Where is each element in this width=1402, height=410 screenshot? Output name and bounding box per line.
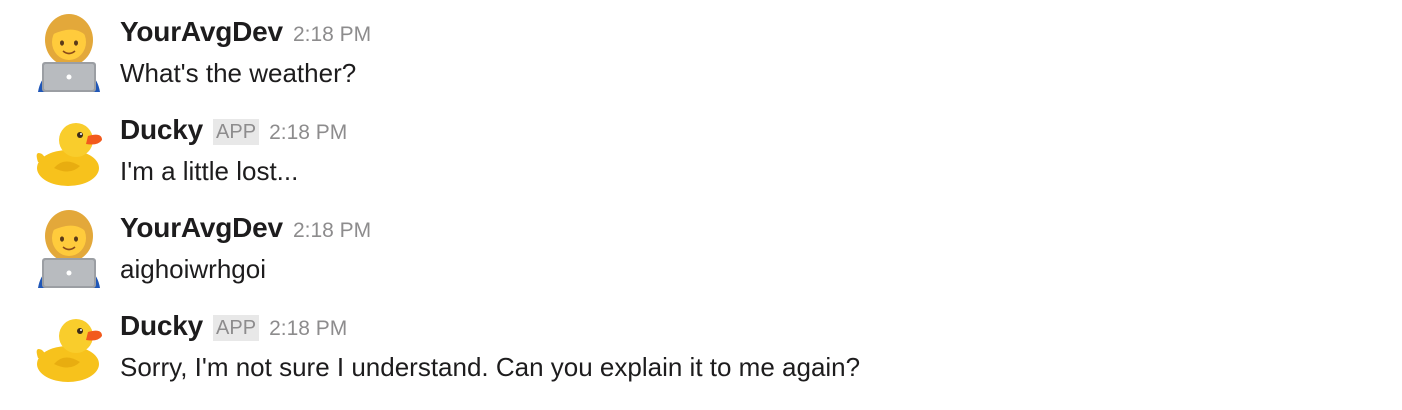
author-name[interactable]: YourAvgDev (120, 16, 283, 48)
message-text: Sorry, I'm not sure I understand. Can yo… (120, 352, 861, 382)
timestamp[interactable]: 2:18 PM (293, 219, 371, 243)
author-name[interactable]: Ducky (120, 114, 203, 146)
message-header: YourAvgDev 2:18 PM (120, 16, 371, 50)
message-item: Ducky APP 2:18 PM Sorry, I'm not sure I … (0, 300, 1402, 398)
message-text: What's the weather? (120, 58, 357, 88)
rubber-duck-icon[interactable] (34, 306, 104, 386)
app-badge: APP (213, 315, 260, 341)
message-list: YourAvgDev 2:18 PM What's the weather? D… (0, 0, 1402, 410)
rubber-duck-icon[interactable] (34, 110, 104, 190)
message-header: Ducky APP 2:18 PM (120, 310, 347, 344)
message-header: YourAvgDev 2:18 PM (120, 212, 371, 246)
woman-technologist-icon[interactable] (34, 12, 104, 92)
message-text: aighoiwrhgoi (120, 254, 266, 284)
message-text: I'm a little lost... (120, 156, 299, 186)
timestamp[interactable]: 2:18 PM (269, 317, 347, 341)
woman-technologist-icon[interactable] (34, 208, 104, 288)
message-header: Ducky APP 2:18 PM (120, 114, 347, 148)
timestamp[interactable]: 2:18 PM (293, 23, 371, 47)
app-badge: APP (213, 119, 260, 145)
message-item: YourAvgDev 2:18 PM What's the weather? (0, 6, 1402, 104)
author-name[interactable]: YourAvgDev (120, 212, 283, 244)
timestamp[interactable]: 2:18 PM (269, 121, 347, 145)
message-item: Ducky APP 2:18 PM I'm a little lost... (0, 104, 1402, 202)
author-name[interactable]: Ducky (120, 310, 203, 342)
message-item: YourAvgDev 2:18 PM aighoiwrhgoi (0, 202, 1402, 300)
